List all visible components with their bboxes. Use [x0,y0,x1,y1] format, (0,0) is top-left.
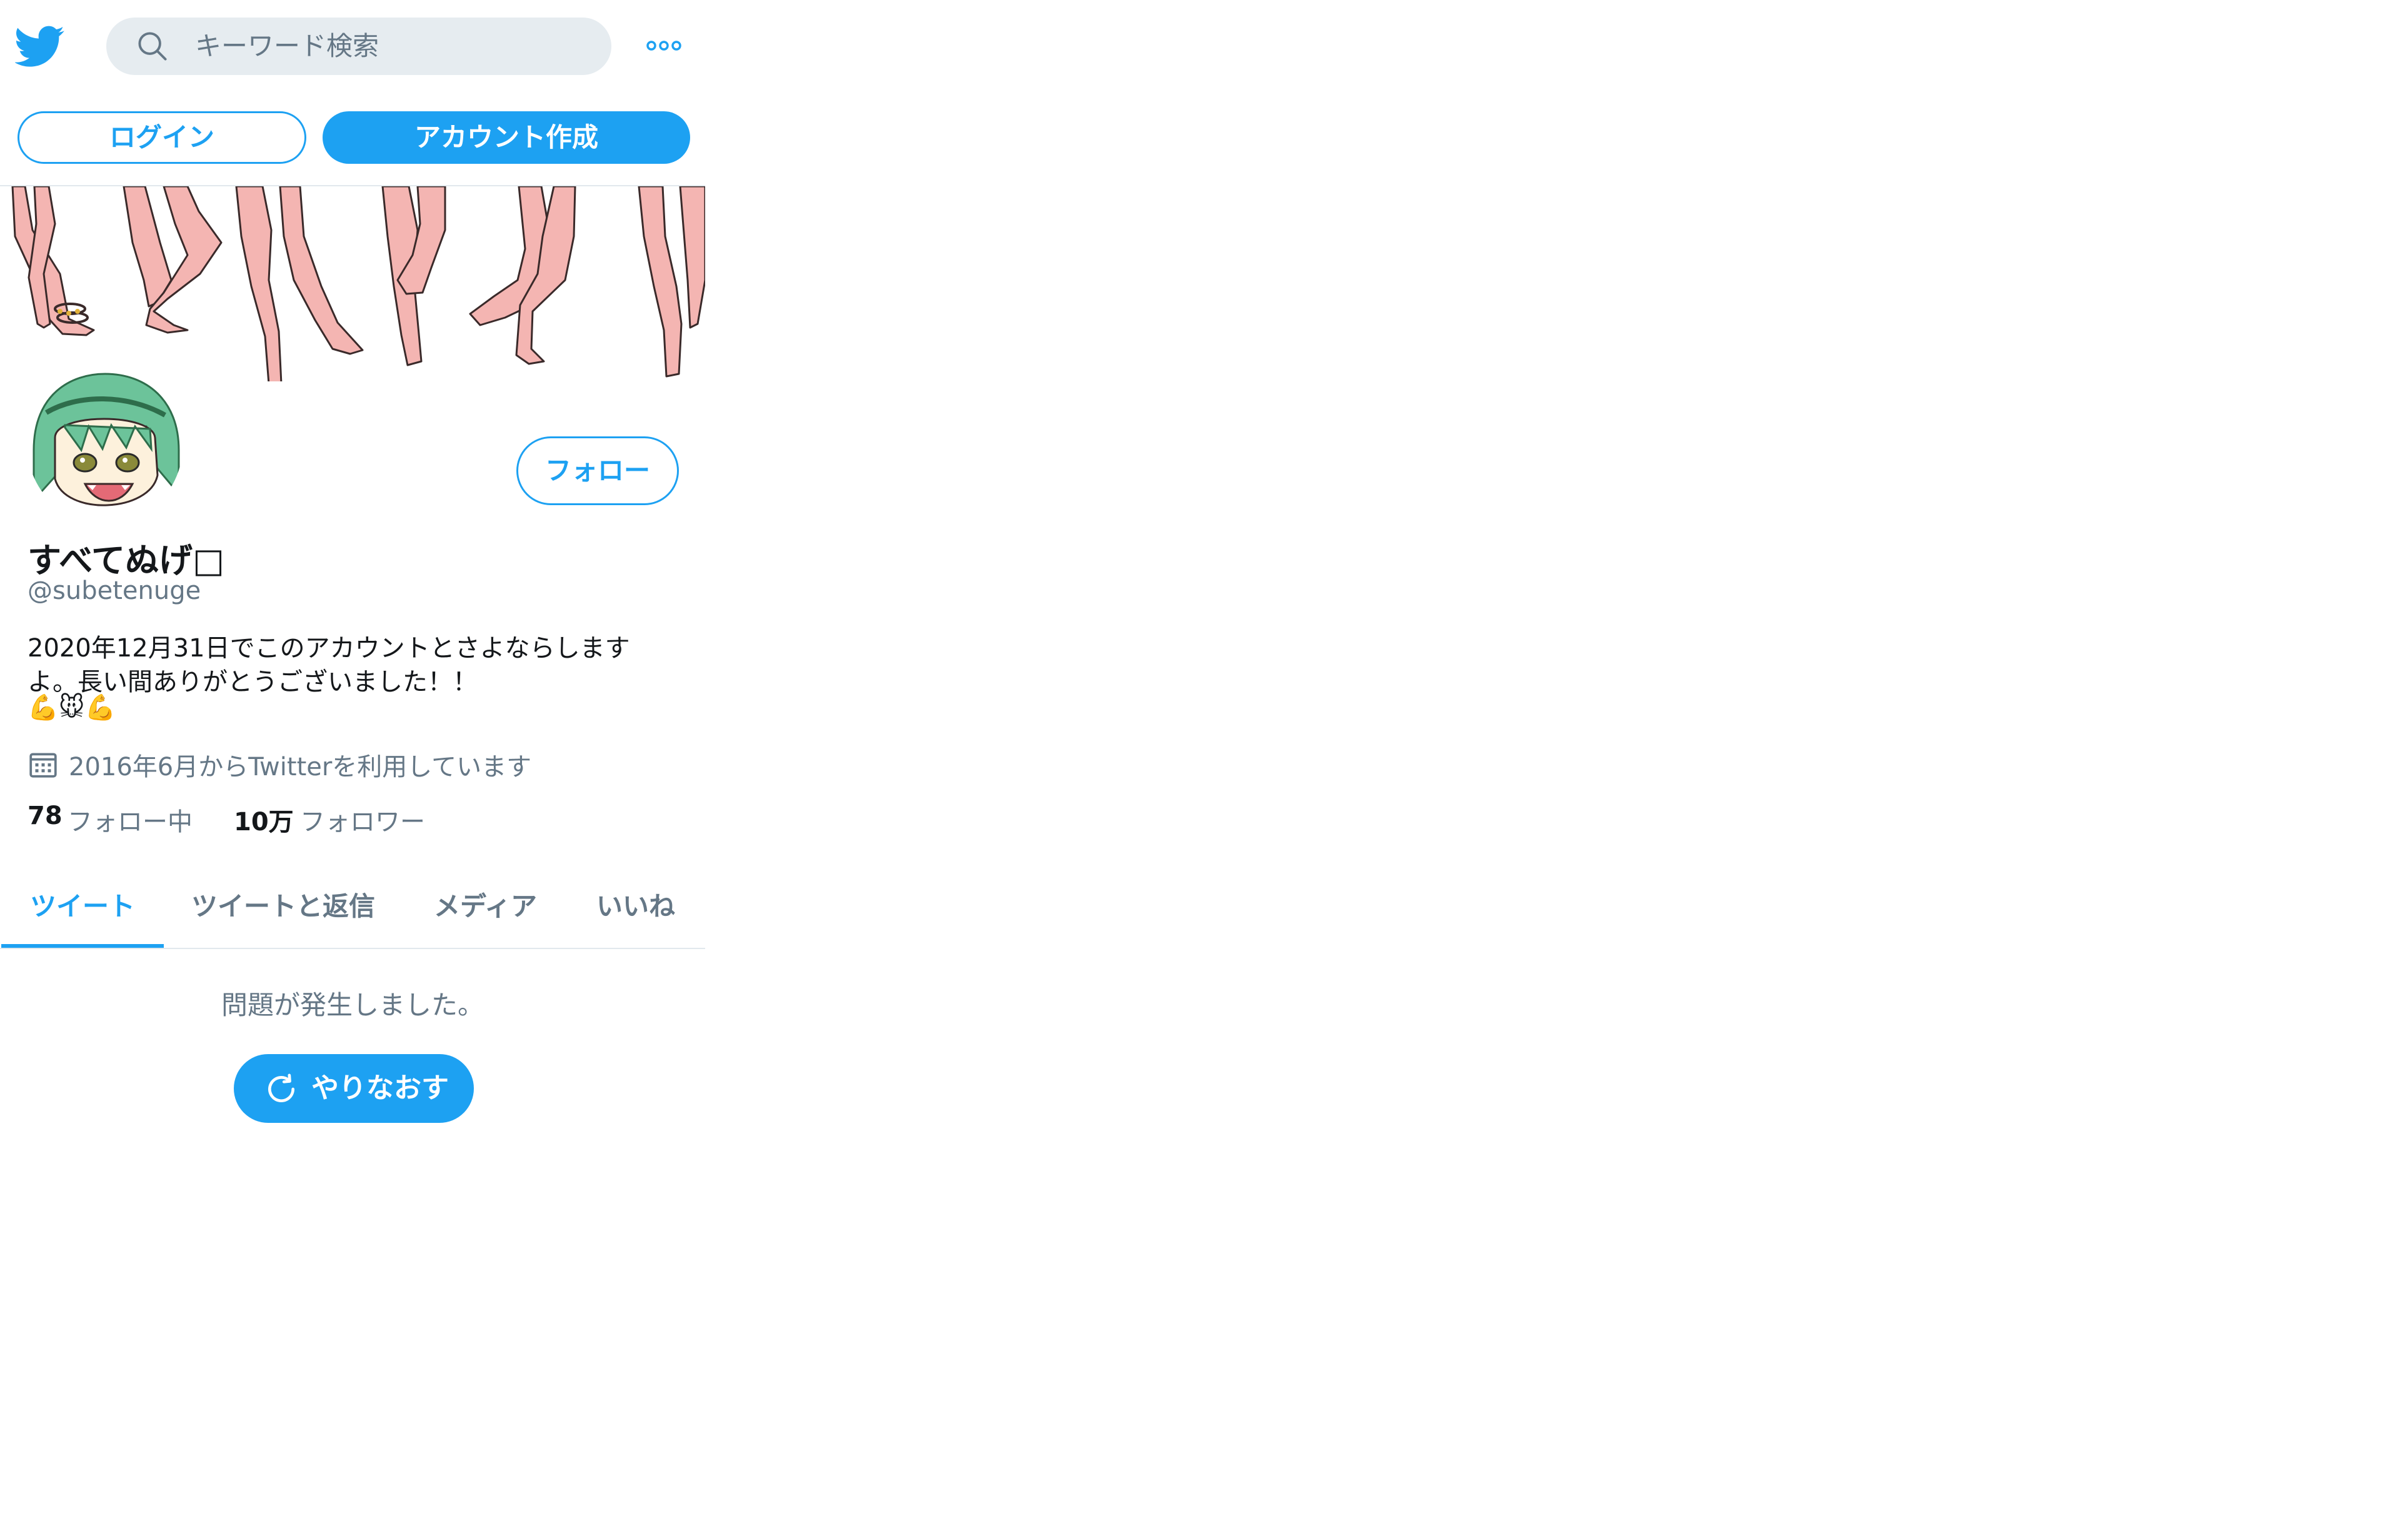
retry-label: やりなおす [311,1072,449,1104]
following-count[interactable]: 78 [28,802,63,830]
profile-banner[interactable] [0,186,705,381]
follow-button[interactable]: フォロー [516,436,679,505]
twitter-bird-icon[interactable] [15,21,65,71]
profile-avatar[interactable] [25,366,185,526]
calendar-icon [29,753,57,778]
search-icon [138,32,167,61]
followers-count[interactable]: 10万 [234,802,294,838]
retry-button[interactable]: やりなおす [234,1054,474,1123]
error-message: 問題が発生しました。 [221,990,484,1020]
signup-button[interactable]: アカウント作成 [323,111,690,164]
joined-date: 2016年6月からTwitterを利用しています [69,753,532,782]
bio-emoji: 💪🐭💪 [28,693,116,722]
user-handle: @subetenuge [28,576,201,605]
search-placeholder: キーワード検索 [195,31,379,61]
tab-likes[interactable]: いいね [596,885,675,923]
avatar-illustration [28,369,183,524]
refresh-icon [268,1073,294,1102]
login-button[interactable]: ログイン [18,111,306,164]
tab-tweets-and-replies[interactable]: ツイートと返信 [191,885,375,923]
more-dots-icon[interactable] [645,36,683,55]
tabs-divider [0,948,705,949]
following-label[interactable]: フォロー中 [68,802,193,838]
display-name: すべてぬげ□ [28,541,225,580]
search-input[interactable]: キーワード検索 [106,18,611,75]
tab-media[interactable]: メディア [434,885,537,923]
bio-line-1: 2020年12月31日でこのアカウントとさよならします [28,634,630,663]
followers-label[interactable]: フォロワー [300,802,425,838]
tab-tweets[interactable]: ツイート [30,885,135,923]
